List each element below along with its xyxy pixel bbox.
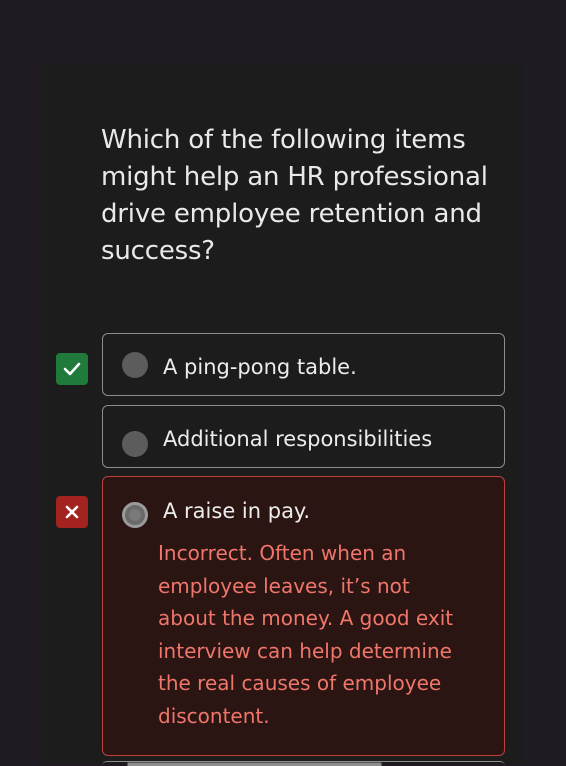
question-text: Which of the following items might help … [101, 125, 488, 266]
option-label: Additional responsibilities [163, 427, 433, 451]
correct-answer-badge [56, 353, 88, 385]
selected-radio-button[interactable] [122, 502, 148, 528]
option-label: A raise in pay. [163, 499, 311, 523]
radio-button[interactable] [122, 352, 148, 378]
answer-option-1[interactable]: A ping-pong table. [102, 333, 505, 396]
feedback-message: Incorrect. Often when an employee leaves… [158, 541, 454, 728]
close-icon [65, 505, 79, 519]
option-label: A ping-pong table. [163, 355, 357, 379]
check-icon [63, 362, 81, 376]
answer-option-2[interactable]: Additional responsibilities [102, 405, 505, 468]
radio-button[interactable] [122, 431, 148, 457]
answer-option-3[interactable]: A raise in pay. Incorrect. Often when an… [102, 476, 505, 756]
wrong-answer-badge [56, 496, 88, 528]
next-option-edge [102, 761, 505, 766]
